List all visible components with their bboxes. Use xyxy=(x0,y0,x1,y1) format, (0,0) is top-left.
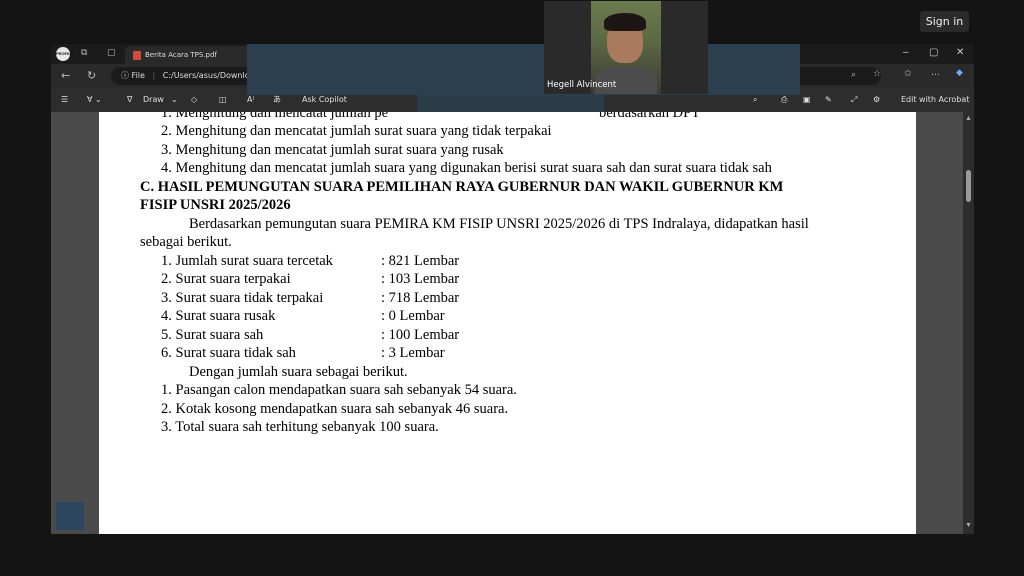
profile-avatar[interactable]: PROFILE xyxy=(56,47,73,61)
meeting-bottom-bar xyxy=(0,534,1024,576)
maximize-icon[interactable]: ▢ xyxy=(929,47,938,58)
overlay-band-top xyxy=(247,44,800,95)
tab-actions-icon[interactable]: ▢ xyxy=(107,48,116,58)
intro-second: Dengan jumlah suara sebagai berikut. xyxy=(189,364,408,380)
scroll-up-icon[interactable]: ▲ xyxy=(965,115,972,122)
participant-video-tile[interactable]: Hegell Alvincent xyxy=(544,1,708,94)
result-label: 2. Surat suara terpakai xyxy=(161,271,291,287)
section-heading-cont: FISIP UNSRI 2025/2026 xyxy=(140,197,291,213)
view-icon[interactable]: ◫ xyxy=(219,88,227,112)
back-icon[interactable]: ← xyxy=(61,69,70,82)
favorite-star-icon[interactable]: ☆ xyxy=(873,69,881,79)
highlight-icon[interactable]: ∀ ⌄ xyxy=(87,88,102,112)
summary-item: 1. Pasangan calon mendapatkan suara sah … xyxy=(161,382,517,398)
sign-in-button[interactable]: Sign in xyxy=(920,11,969,32)
list-item: 2. Menghitung dan mencatat jumlah surat … xyxy=(161,123,552,139)
result-value: : 103 Lembar xyxy=(381,271,460,287)
copilot-icon[interactable]: ◆ xyxy=(956,68,963,78)
paragraph: Berdasarkan pemungutan suara PEMIRA KM F… xyxy=(189,216,809,232)
pdf-page: 1. Menghitung dan mencatat jumlah pe ber… xyxy=(99,112,916,534)
favorites-icon[interactable]: ✩ xyxy=(904,69,912,79)
url-scheme: File xyxy=(131,71,145,80)
section-heading: C. HASIL PEMUNGUTAN SUARA PEMILIHAN RAYA… xyxy=(140,179,784,195)
result-value: : 718 Lembar xyxy=(381,290,460,306)
edit-with-acrobat-button[interactable]: Edit with Acrobat xyxy=(901,88,969,112)
save-icon[interactable]: ▣ xyxy=(803,88,811,112)
contents-icon[interactable]: ☰ xyxy=(61,88,68,112)
summary-item: 2. Kotak kosong mendapatkan suara sah se… xyxy=(161,401,509,417)
draw-chevron-icon[interactable]: ⌄ xyxy=(171,88,178,112)
meeting-top-bar xyxy=(0,0,1024,44)
result-label: 5. Surat suara sah xyxy=(161,327,264,343)
info-icon: ⓘ xyxy=(121,71,129,80)
result-value: : 100 Lembar xyxy=(381,327,460,343)
pdf-file-icon xyxy=(133,51,141,60)
zoom-icon[interactable]: ⌕ xyxy=(851,70,856,80)
sidebar-thumbnail[interactable] xyxy=(56,502,84,530)
browser-window: PROFILE ⧉ ▢ Berita Acara TPS.pdf – ▢ ✕ ←… xyxy=(51,44,974,534)
tab-title: Berita Acara TPS.pdf xyxy=(145,51,217,59)
participant-hair xyxy=(604,13,646,31)
save-as-icon[interactable]: ✎ xyxy=(825,88,832,112)
fullscreen-icon[interactable]: ⤢ xyxy=(851,88,857,112)
draw-icon[interactable]: ∇ xyxy=(127,88,132,112)
settings-icon[interactable]: ⚙ xyxy=(873,88,880,112)
tab-pdf[interactable]: Berita Acara TPS.pdf xyxy=(125,46,265,64)
result-value: : 821 Lembar xyxy=(381,253,460,269)
vertical-scrollbar[interactable]: ▲ ▼ xyxy=(963,112,974,534)
url-separator: | xyxy=(152,71,156,80)
list-item: 4. Menghitung dan mencatat jumlah suara … xyxy=(161,160,772,176)
paragraph-cont: sebagai berikut. xyxy=(140,234,232,250)
result-label: 3. Surat suara tidak terpakai xyxy=(161,290,324,306)
url-path: C:/Users/asus/Downlo xyxy=(162,71,250,80)
more-menu-icon[interactable]: … xyxy=(931,68,940,78)
list-item: 1. Menghitung dan mencatat jumlah pe xyxy=(161,112,389,121)
refresh-icon[interactable]: ↻ xyxy=(87,69,96,82)
pdf-viewer: 1. Menghitung dan mencatat jumlah pe ber… xyxy=(51,112,974,534)
close-icon[interactable]: ✕ xyxy=(956,47,964,58)
result-label: 4. Surat suara rusak xyxy=(161,308,276,324)
list-item: 3. Menghitung dan mencatat jumlah surat … xyxy=(161,142,504,158)
participant-name: Hegell Alvincent xyxy=(547,80,617,90)
workspaces-icon[interactable]: ⧉ xyxy=(81,48,87,58)
result-value: : 0 Lembar xyxy=(381,308,445,324)
result-value: : 3 Lembar xyxy=(381,345,445,361)
summary-item: 3. Total suara sah terhitung sebanyak 10… xyxy=(161,419,439,435)
eraser-icon[interactable]: ◇ xyxy=(191,88,197,112)
result-label: 1. Jumlah surat suara tercetak xyxy=(161,253,333,269)
draw-button[interactable]: Draw xyxy=(143,88,164,112)
list-item-tail: berdasarkan DPT xyxy=(599,112,701,121)
result-label: 6. Surat suara tidak sah xyxy=(161,345,296,361)
minimize-icon[interactable]: – xyxy=(903,47,909,58)
scroll-down-icon[interactable]: ▼ xyxy=(965,522,972,529)
scrollbar-thumb[interactable] xyxy=(966,170,971,202)
